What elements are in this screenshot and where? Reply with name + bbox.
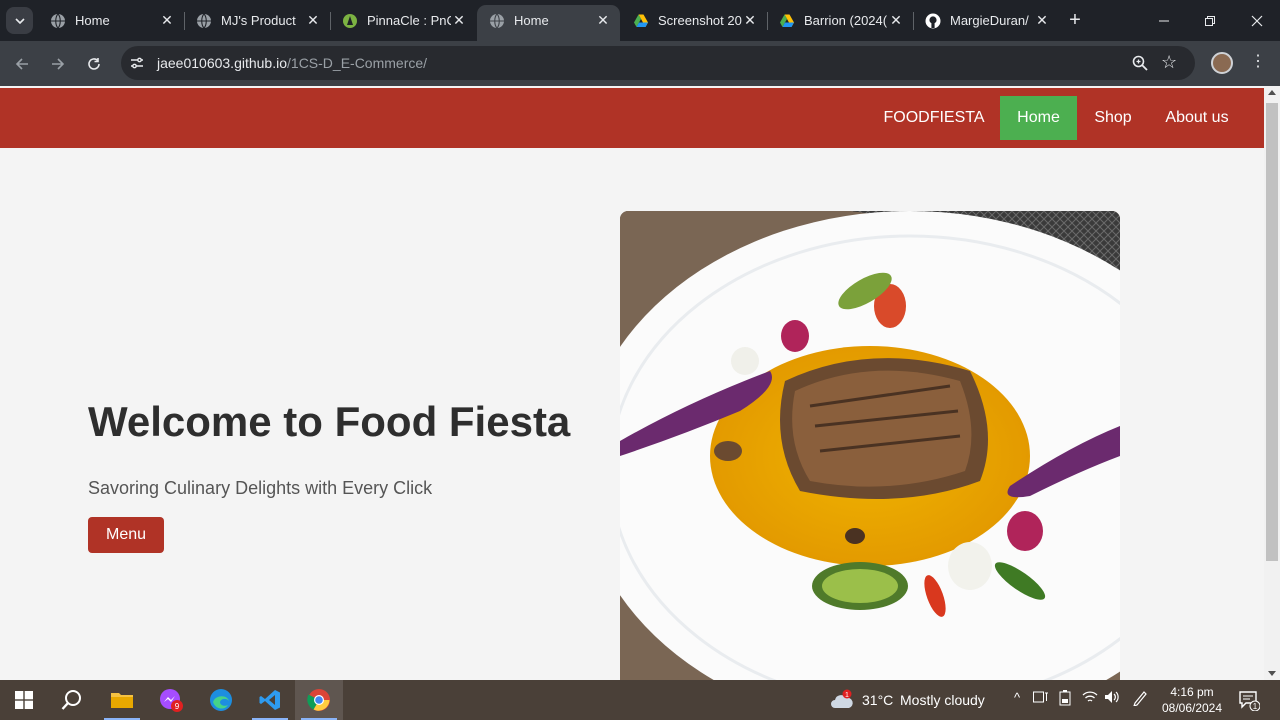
weather-description[interactable]: Mostly cloudy: [900, 692, 985, 708]
wifi-icon[interactable]: [1080, 690, 1100, 707]
site-settings-icon[interactable]: [129, 55, 145, 71]
messenger-icon: 9: [160, 689, 183, 712]
tab-title: Screenshot 20: [658, 13, 742, 28]
close-window-button[interactable]: [1234, 0, 1280, 41]
bookmark-star-icon[interactable]: ☆: [1161, 52, 1177, 73]
edge-icon: [210, 689, 232, 711]
nav-shop-link[interactable]: Shop: [1077, 96, 1149, 140]
restore-icon: [1205, 15, 1215, 26]
folder-icon: [111, 693, 133, 708]
pen-icon[interactable]: [1130, 690, 1150, 709]
notification-center-icon[interactable]: 1: [1238, 689, 1260, 711]
tab-title: PinnaCle : PnC: [367, 13, 451, 28]
google-drive-icon: [779, 13, 795, 29]
close-icon[interactable]: ✕: [305, 12, 321, 29]
url-host: jaee010603.github.io: [157, 55, 288, 71]
url-path: /1CS-D_E-Commerce/: [287, 55, 428, 71]
browser-tab[interactable]: Barrion (2024( ✕: [767, 5, 913, 36]
chrome-icon: [307, 689, 330, 711]
globe-icon: [489, 13, 505, 29]
close-icon[interactable]: ✕: [159, 12, 175, 29]
browser-tab[interactable]: MJ's Product ✕: [184, 5, 330, 36]
forward-button[interactable]: [44, 50, 72, 78]
close-icon[interactable]: ✕: [451, 12, 467, 29]
browser-tab-strip: Home ✕ MJ's Product ✕ PinnaCle : PnC ✕ H…: [0, 0, 1280, 41]
taskbar-chrome[interactable]: [295, 680, 343, 720]
weather-cloud-icon[interactable]: 1: [830, 689, 854, 711]
tab-title: MJ's Product: [221, 13, 296, 28]
google-drive-icon: [633, 13, 649, 29]
profile-avatar[interactable]: [1211, 52, 1233, 74]
browser-tab[interactable]: Screenshot 20 ✕: [621, 5, 767, 36]
windows-logo-icon: [15, 691, 33, 709]
restore-button[interactable]: [1187, 0, 1233, 41]
minimize-button[interactable]: [1141, 0, 1187, 41]
browser-tab[interactable]: MargieDuran/ ✕: [913, 5, 1059, 36]
notification-count: 1: [1253, 702, 1258, 711]
globe-icon: [196, 13, 212, 29]
taskbar-search-button[interactable]: [48, 680, 96, 720]
close-icon[interactable]: ✕: [742, 12, 758, 29]
hero-subtitle: Savoring Culinary Delights with Every Cl…: [88, 478, 433, 498]
page-scrollbar[interactable]: [1264, 86, 1280, 680]
new-tab-button[interactable]: +: [1065, 10, 1085, 30]
browser-toolbar: jaee010603.github.io/1CS-D_E-Commerce/ ☆…: [0, 41, 1280, 86]
scroll-down-arrow-icon[interactable]: [1268, 671, 1276, 676]
close-icon: [1251, 15, 1263, 26]
messenger-badge: 9: [175, 702, 180, 711]
arrow-left-icon: [15, 58, 28, 70]
close-icon[interactable]: ✕: [595, 12, 611, 29]
zoom-icon[interactable]: [1131, 54, 1149, 72]
vscode-icon: [259, 690, 280, 710]
search-icon: [61, 690, 81, 710]
battery-icon[interactable]: [1055, 690, 1075, 709]
taskbar-edge[interactable]: [197, 680, 245, 720]
site-navbar: FOODFIESTA Home Shop About us: [0, 88, 1264, 148]
pinnacle-icon: [342, 13, 358, 29]
tab-title: Home: [75, 13, 110, 28]
reload-button[interactable]: [80, 50, 108, 78]
scroll-up-arrow-icon[interactable]: [1268, 90, 1276, 95]
start-button[interactable]: [0, 680, 48, 720]
chevron-down-icon: [14, 17, 25, 24]
url-text: jaee010603.github.io/1CS-D_E-Commerce/: [157, 55, 427, 71]
language-icon[interactable]: [1031, 690, 1051, 707]
browser-tab[interactable]: PinnaCle : PnC ✕: [330, 5, 476, 36]
tab-title: MargieDuran/: [950, 13, 1029, 28]
taskbar-vscode[interactable]: [246, 680, 294, 720]
taskbar-messenger[interactable]: 9: [147, 680, 195, 720]
volume-icon[interactable]: [1102, 690, 1122, 707]
clock-date: 08/06/2024: [1161, 701, 1223, 715]
address-bar[interactable]: jaee010603.github.io/1CS-D_E-Commerce/ ☆: [121, 46, 1195, 80]
taskbar-file-explorer[interactable]: [98, 680, 146, 720]
minimize-icon: [1159, 20, 1169, 21]
menu-button[interactable]: Menu: [88, 517, 164, 553]
github-icon: [925, 13, 941, 29]
page-viewport: FOODFIESTA Home Shop About us Welcome to…: [0, 86, 1264, 680]
weather-temperature[interactable]: 31°C: [862, 692, 893, 708]
windows-taskbar: 9 1 31°C Mostly cloudy ^ 4:16 pm 08/06/2…: [0, 680, 1280, 720]
browser-tab[interactable]: Home ✕: [38, 5, 184, 36]
hero-food-image: [620, 211, 1120, 680]
globe-icon: [50, 13, 66, 29]
browser-tab-active[interactable]: Home ✕: [477, 5, 620, 41]
tab-title: Barrion (2024(: [804, 13, 888, 28]
more-menu-icon[interactable]: ⋮: [1250, 51, 1266, 71]
back-button[interactable]: [8, 50, 36, 78]
tab-title: Home: [514, 13, 549, 28]
tab-search-button[interactable]: [6, 7, 33, 34]
show-hidden-icons-chevron-icon[interactable]: ^: [1007, 690, 1027, 705]
scrollbar-thumb[interactable]: [1266, 103, 1278, 561]
close-icon[interactable]: ✕: [1034, 12, 1050, 29]
nav-home-link[interactable]: Home: [1000, 96, 1077, 140]
arrow-right-icon: [52, 58, 65, 70]
nav-brand-link[interactable]: FOODFIESTA: [870, 96, 998, 140]
clock-time: 4:16 pm: [1170, 685, 1214, 699]
reload-icon: [88, 58, 100, 70]
nav-about-link[interactable]: About us: [1149, 96, 1245, 140]
system-clock[interactable]: 4:16 pm 08/06/2024: [1160, 684, 1224, 716]
weather-badge: 1: [845, 692, 849, 699]
hero-title: Welcome to Food Fiesta: [88, 398, 571, 445]
close-icon[interactable]: ✕: [888, 12, 904, 29]
